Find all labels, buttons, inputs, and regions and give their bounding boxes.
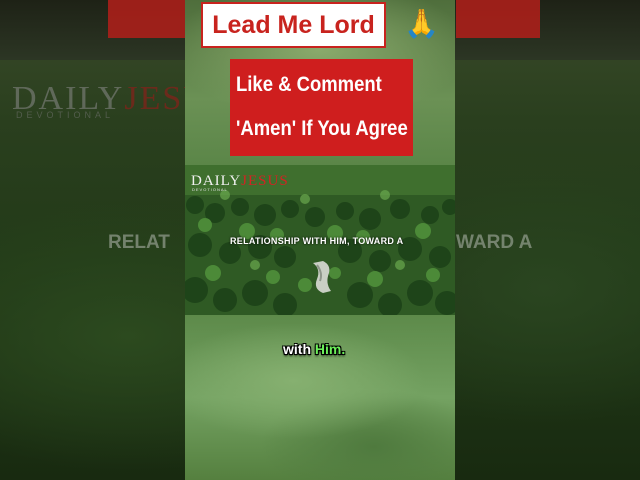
praying-hands-icon: 🙏 — [404, 8, 439, 39]
cta-line-2: 'Amen' If You Agree — [236, 117, 408, 140]
daily-jesus-logo-sub: DEVOTIONAL — [192, 187, 228, 192]
background-banner-right — [456, 0, 540, 38]
background-logo-sub: DEVOTIONAL — [16, 110, 115, 120]
background-caption-left: RELAT — [108, 232, 170, 253]
lead-me-lord-button[interactable]: Lead Me Lord — [201, 2, 386, 48]
subtitle-word-highlight: Him. — [314, 341, 346, 357]
blur-bottom — [185, 315, 455, 480]
subtitle-word-1: with — [283, 341, 311, 357]
cta-line-1: Like & Comment — [236, 73, 382, 96]
subtitle-caption: with Him. — [283, 341, 345, 357]
video-caption: RELATIONSHIP WITH HIM, TOWARD A — [230, 236, 404, 246]
background-caption-right: WARD A — [456, 232, 533, 253]
like-comment-banner: Like & Comment 'Amen' If You Agree — [230, 59, 413, 156]
background-banner-left — [108, 0, 186, 38]
